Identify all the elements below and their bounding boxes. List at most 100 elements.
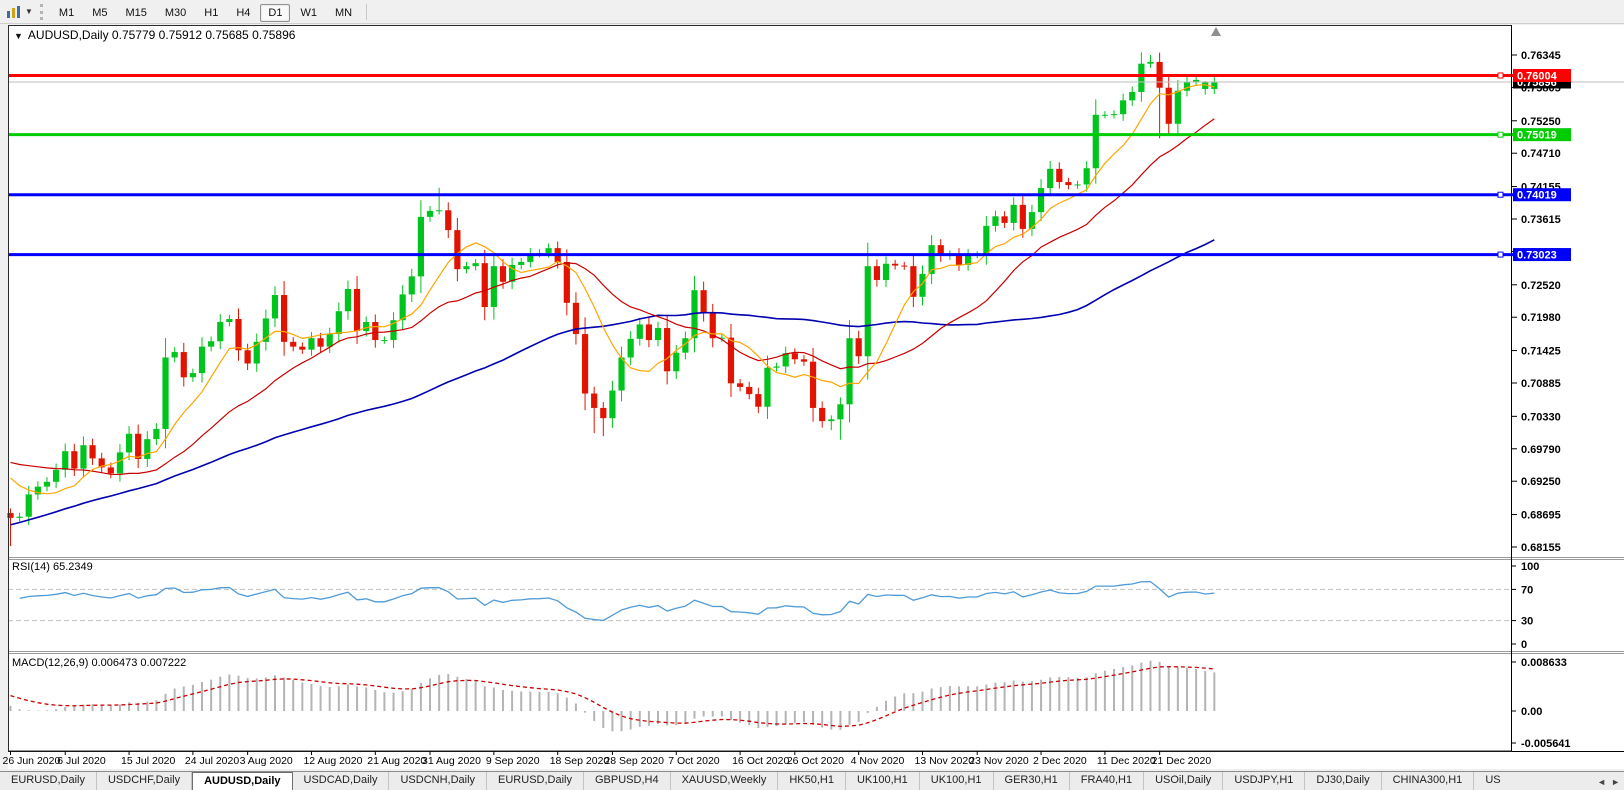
date-tick-label: 15 Jul 2020 [121, 755, 175, 767]
date-tick-label: 21 Dec 2020 [1152, 755, 1212, 767]
candle-body [199, 347, 205, 373]
chart-tab-xauusd-weekly[interactable]: XAUUSD,Weekly [671, 772, 779, 790]
hline-handle[interactable] [1498, 252, 1503, 257]
timeframe-button-m15[interactable]: M15 [117, 4, 154, 22]
candle-body [117, 452, 123, 473]
price-tick-label: 0.72520 [1521, 280, 1561, 292]
timeframe-button-h1[interactable]: H1 [196, 4, 226, 22]
candle-body [153, 429, 159, 439]
rsi-tick-label: 0 [1521, 639, 1527, 651]
chart-tab-ger30-h1[interactable]: GER30,H1 [994, 772, 1070, 790]
candle-body [591, 394, 597, 408]
date-tick-label: 24 Jul 2020 [185, 755, 239, 767]
timeframe-toolbar: ▼ M1M5M15M30H1H4D1W1MN [0, 0, 1624, 24]
hline-price-label: 0.76004 [1513, 69, 1571, 83]
timeframe-button-m30[interactable]: M30 [157, 4, 194, 22]
date-tick-label: 7 Oct 2020 [668, 755, 720, 767]
candle-body [500, 266, 506, 282]
candle-body [874, 266, 880, 280]
rsi-tick-label: 70 [1521, 584, 1533, 596]
price-tick-label: 0.68155 [1521, 542, 1561, 554]
candle-body [445, 210, 451, 230]
date-tick-label: 28 Sep 2020 [604, 755, 664, 767]
date-tick-label: 9 Sep 2020 [486, 755, 540, 767]
candle-body [299, 347, 305, 350]
chart-tab-usdjpy-h1[interactable]: USDJPY,H1 [1223, 772, 1305, 790]
candle-body [801, 359, 807, 361]
candle-body [1211, 82, 1217, 89]
candle-body [290, 342, 296, 347]
candle-body [144, 439, 150, 459]
hline-handle[interactable] [1498, 132, 1503, 137]
chart-tab-usoil-daily[interactable]: USOil,Daily [1144, 772, 1223, 790]
toolbar-grip[interactable] [40, 4, 43, 20]
candle-body [409, 276, 415, 294]
toolbar-separator [366, 4, 367, 20]
candle-body [883, 264, 889, 280]
chart-tab-gbpusd-h4[interactable]: GBPUSD,H4 [584, 772, 671, 790]
date-tick-label: 18 Sep 2020 [550, 755, 610, 767]
timeframe-button-h4[interactable]: H4 [228, 4, 258, 22]
hline-handle[interactable] [1498, 73, 1503, 78]
date-tick-label: 11 Dec 2020 [1097, 755, 1156, 767]
candle-body [1001, 216, 1007, 223]
chart-window: 0.763450.758050.752500.747100.741550.736… [0, 24, 1624, 771]
candle-body [381, 340, 387, 341]
date-tick-label: 31 Aug 2020 [422, 755, 481, 767]
chart-tab-us[interactable]: US [1474, 772, 1511, 790]
chart-tab-usdchf-daily[interactable]: USDCHF,Daily [97, 772, 192, 790]
candle-body [810, 362, 816, 408]
candle-body [317, 338, 323, 346]
chart-tab-usdcad-daily[interactable]: USDCAD,Daily [293, 772, 390, 790]
price-tick-label: 0.71425 [1521, 346, 1561, 358]
candle-body [637, 324, 643, 338]
candle-body [773, 366, 779, 367]
candle-body [655, 328, 661, 340]
chart-tab-dj30-daily[interactable]: DJ30,Daily [1305, 772, 1381, 790]
candle-body [1093, 115, 1099, 168]
indicators-chart-icon[interactable] [4, 3, 24, 21]
hline-price-label-text: 0.73023 [1517, 250, 1557, 262]
candle-body [427, 211, 433, 217]
price-tick-label: 0.69790 [1521, 444, 1561, 456]
candle-body [245, 350, 251, 363]
timeframe-button-d1[interactable]: D1 [260, 4, 290, 22]
chart-tab-fra40-h1[interactable]: FRA40,H1 [1070, 772, 1144, 790]
timeframe-button-m1[interactable]: M1 [51, 4, 82, 22]
price-tick-label: 0.69250 [1521, 476, 1561, 488]
collapse-triangle-icon[interactable]: ▼ [14, 31, 23, 41]
tab-scroll-left-icon[interactable]: ◄ [1597, 777, 1606, 787]
chart-tab-eurusd-daily[interactable]: EURUSD,Daily [487, 772, 584, 790]
candle-body [308, 338, 314, 349]
hline-handle[interactable] [1498, 192, 1503, 197]
candle-body [463, 266, 469, 269]
timeframe-button-w1[interactable]: W1 [292, 4, 325, 22]
macd-tick-label: 0.00 [1521, 706, 1542, 718]
chart-tab-uk100-h1[interactable]: UK100,H1 [846, 772, 920, 790]
candle-body [482, 263, 488, 307]
candle-body [628, 339, 634, 358]
candle-body [545, 248, 551, 253]
chart-tabbar: EURUSD,DailyUSDCHF,DailyAUDUSD,DailyUSDC… [0, 771, 1624, 790]
rsi-tick-label: 30 [1521, 616, 1533, 628]
candle-body [400, 294, 406, 320]
timeframe-button-m5[interactable]: M5 [84, 4, 115, 22]
date-tick-label: 23 Nov 2020 [969, 755, 1029, 767]
timeframe-button-mn[interactable]: MN [327, 4, 360, 22]
candle-body [372, 322, 378, 340]
chart-tab-audusd-daily[interactable]: AUDUSD,Daily [192, 772, 292, 790]
hline-price-label-text: 0.76004 [1517, 70, 1558, 82]
date-tick-label: 3 Aug 2020 [240, 755, 293, 767]
timeframe-buttons: M1M5M15M30H1H4D1W1MN [50, 3, 361, 21]
candle-body [135, 434, 141, 459]
candle-body [235, 319, 241, 350]
chart-tab-china300-h1[interactable]: CHINA300,H1 [1382, 772, 1475, 790]
chart-tab-hk50-h1[interactable]: HK50,H1 [778, 772, 846, 790]
chart-tab-eurusd-daily[interactable]: EURUSD,Daily [0, 772, 97, 790]
chevron-down-icon[interactable]: ▼ [25, 7, 33, 16]
candle-body [17, 517, 23, 518]
chart-tab-usdcnh-daily[interactable]: USDCNH,Daily [389, 772, 487, 790]
tab-scroll-right-icon[interactable]: ► [1611, 777, 1620, 787]
candle-body [819, 408, 825, 421]
chart-tab-uk100-h1[interactable]: UK100,H1 [920, 772, 994, 790]
